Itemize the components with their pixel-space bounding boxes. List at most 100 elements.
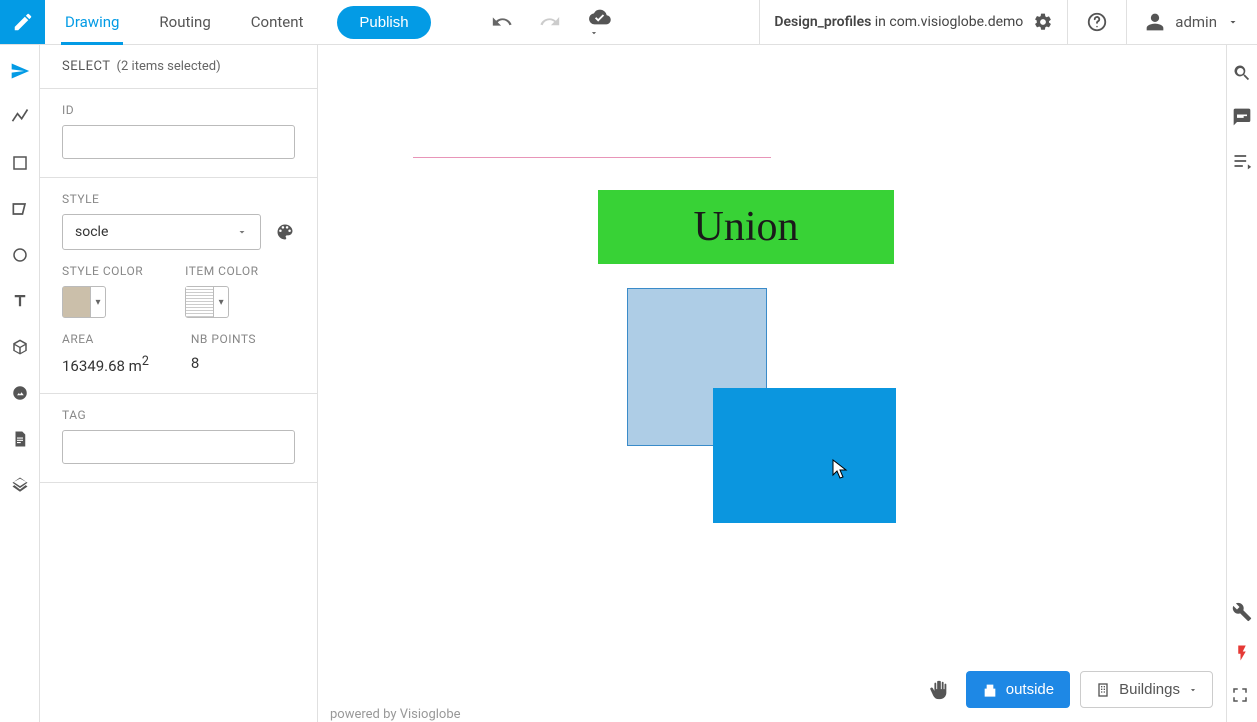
fullscreen-button[interactable]: [1231, 686, 1249, 704]
item-color-label: ITEM COLOR: [185, 264, 258, 278]
item-color-swatch: [186, 287, 214, 317]
list-icon: [1232, 151, 1252, 171]
gear-icon[interactable]: [1033, 12, 1053, 32]
palette-icon[interactable]: [275, 222, 295, 242]
selection-header: SELECT (2 items selected): [40, 45, 317, 89]
left-toolbar: [0, 45, 40, 722]
chevron-down-icon: [1227, 16, 1239, 28]
undo-button[interactable]: [491, 11, 513, 33]
redo-button[interactable]: [539, 11, 561, 33]
union-label: Union: [694, 203, 799, 251]
main-tabs: Drawing Routing Content: [45, 0, 323, 44]
section-id: ID: [40, 89, 317, 178]
tool-layers[interactable]: [8, 473, 32, 497]
tool-polygon[interactable]: [8, 197, 32, 221]
tool-image[interactable]: [8, 381, 32, 405]
area-label: AREA: [62, 332, 149, 346]
chevron-down-icon: [1188, 685, 1198, 695]
publish-button[interactable]: Publish: [337, 6, 430, 39]
chevron-down-icon: [236, 226, 248, 238]
top-bar: Drawing Routing Content Publish Design_p…: [0, 0, 1257, 45]
chat-icon: [1232, 107, 1252, 127]
top-right-cluster: Design_profiles in com.visioglobe.demo a…: [759, 0, 1257, 44]
canvas-union-box[interactable]: Union: [598, 190, 894, 264]
building-icon: [1095, 682, 1111, 698]
tab-content[interactable]: Content: [231, 0, 324, 45]
canvas-rect-dark[interactable]: [713, 388, 896, 523]
tag-label: TAG: [62, 408, 295, 422]
help-icon: [1086, 11, 1108, 33]
document-icon: [11, 430, 29, 448]
pan-button[interactable]: [922, 673, 956, 707]
style-color-picker[interactable]: ▾: [62, 286, 106, 318]
search-button[interactable]: [1232, 63, 1252, 83]
cloud-sync-button[interactable]: [587, 6, 613, 38]
style-color-label: STYLE COLOR: [62, 264, 143, 278]
tools-button[interactable]: [1232, 602, 1252, 622]
style-label: STYLE: [62, 192, 295, 206]
right-toolbar: [1226, 45, 1257, 722]
tool-circle[interactable]: [8, 243, 32, 267]
style-select[interactable]: socle: [62, 214, 261, 250]
item-color-picker[interactable]: ▾: [185, 286, 229, 318]
section-tag: TAG: [40, 394, 317, 483]
bolt-icon: [1233, 644, 1251, 662]
buildings-dropdown[interactable]: Buildings: [1080, 671, 1213, 708]
tool-text[interactable]: [8, 289, 32, 313]
tab-drawing[interactable]: Drawing: [45, 0, 139, 45]
outside-label: outside: [1006, 681, 1054, 698]
fullscreen-icon: [1231, 686, 1249, 704]
tool-line[interactable]: [8, 105, 32, 129]
canvas-line[interactable]: [413, 157, 771, 158]
list-button[interactable]: [1232, 151, 1252, 171]
area-value: 16349.68 m2: [62, 354, 149, 375]
square-icon: [11, 154, 29, 172]
building-icon: [982, 682, 998, 698]
section-style: STYLE socle STYLE COLOR ▾ ITEM COLOR: [40, 178, 317, 394]
cube-icon: [11, 338, 29, 356]
layers-icon: [11, 476, 29, 494]
tool-rectangle[interactable]: [8, 151, 32, 175]
wrench-icon: [1232, 602, 1252, 622]
cursor-icon: [10, 61, 30, 81]
properties-panel: SELECT (2 items selected) ID STYLE socle…: [40, 45, 318, 722]
hand-icon: [928, 679, 950, 701]
canvas[interactable]: Union powered by Visioglobe: [318, 45, 1226, 722]
help-button[interactable]: [1068, 0, 1127, 44]
style-color-swatch: [63, 287, 91, 317]
footer-credit: powered by Visioglobe: [330, 707, 461, 722]
circle-icon: [11, 246, 29, 264]
tool-select[interactable]: [8, 59, 32, 83]
style-value: socle: [75, 224, 108, 240]
pencil-icon: [12, 11, 34, 33]
nbpoints-label: NB POINTS: [191, 332, 256, 346]
chevron-down-icon: [589, 28, 599, 38]
app-logo-edit[interactable]: [0, 0, 45, 44]
tool-document[interactable]: [8, 427, 32, 451]
nbpoints-value: 8: [191, 354, 256, 372]
doc-ctx: com.visioglobe.demo: [889, 14, 1023, 30]
buildings-label: Buildings: [1119, 681, 1180, 698]
id-input[interactable]: [62, 125, 295, 159]
tool-3d[interactable]: [8, 335, 32, 359]
select-count: (2 items selected): [117, 59, 221, 74]
comments-button[interactable]: [1232, 107, 1252, 127]
history-controls: [491, 0, 613, 44]
polygon-icon: [10, 199, 30, 219]
outside-button[interactable]: outside: [966, 671, 1070, 708]
select-label: SELECT: [62, 59, 111, 74]
bottom-controls: outside Buildings: [922, 671, 1213, 708]
tag-input[interactable]: [62, 430, 295, 464]
redo-icon: [539, 11, 561, 33]
document-context[interactable]: Design_profiles in com.visioglobe.demo: [759, 0, 1068, 44]
tab-routing[interactable]: Routing: [139, 0, 230, 45]
search-icon: [1232, 63, 1252, 83]
undo-icon: [491, 11, 513, 33]
user-name: admin: [1175, 13, 1217, 31]
flash-button[interactable]: [1233, 644, 1251, 662]
text-icon: [11, 292, 29, 310]
cloud-icon: [587, 6, 613, 28]
image-icon: [11, 384, 29, 402]
doc-title: Design_profiles: [774, 14, 871, 30]
user-menu[interactable]: admin: [1127, 0, 1257, 44]
